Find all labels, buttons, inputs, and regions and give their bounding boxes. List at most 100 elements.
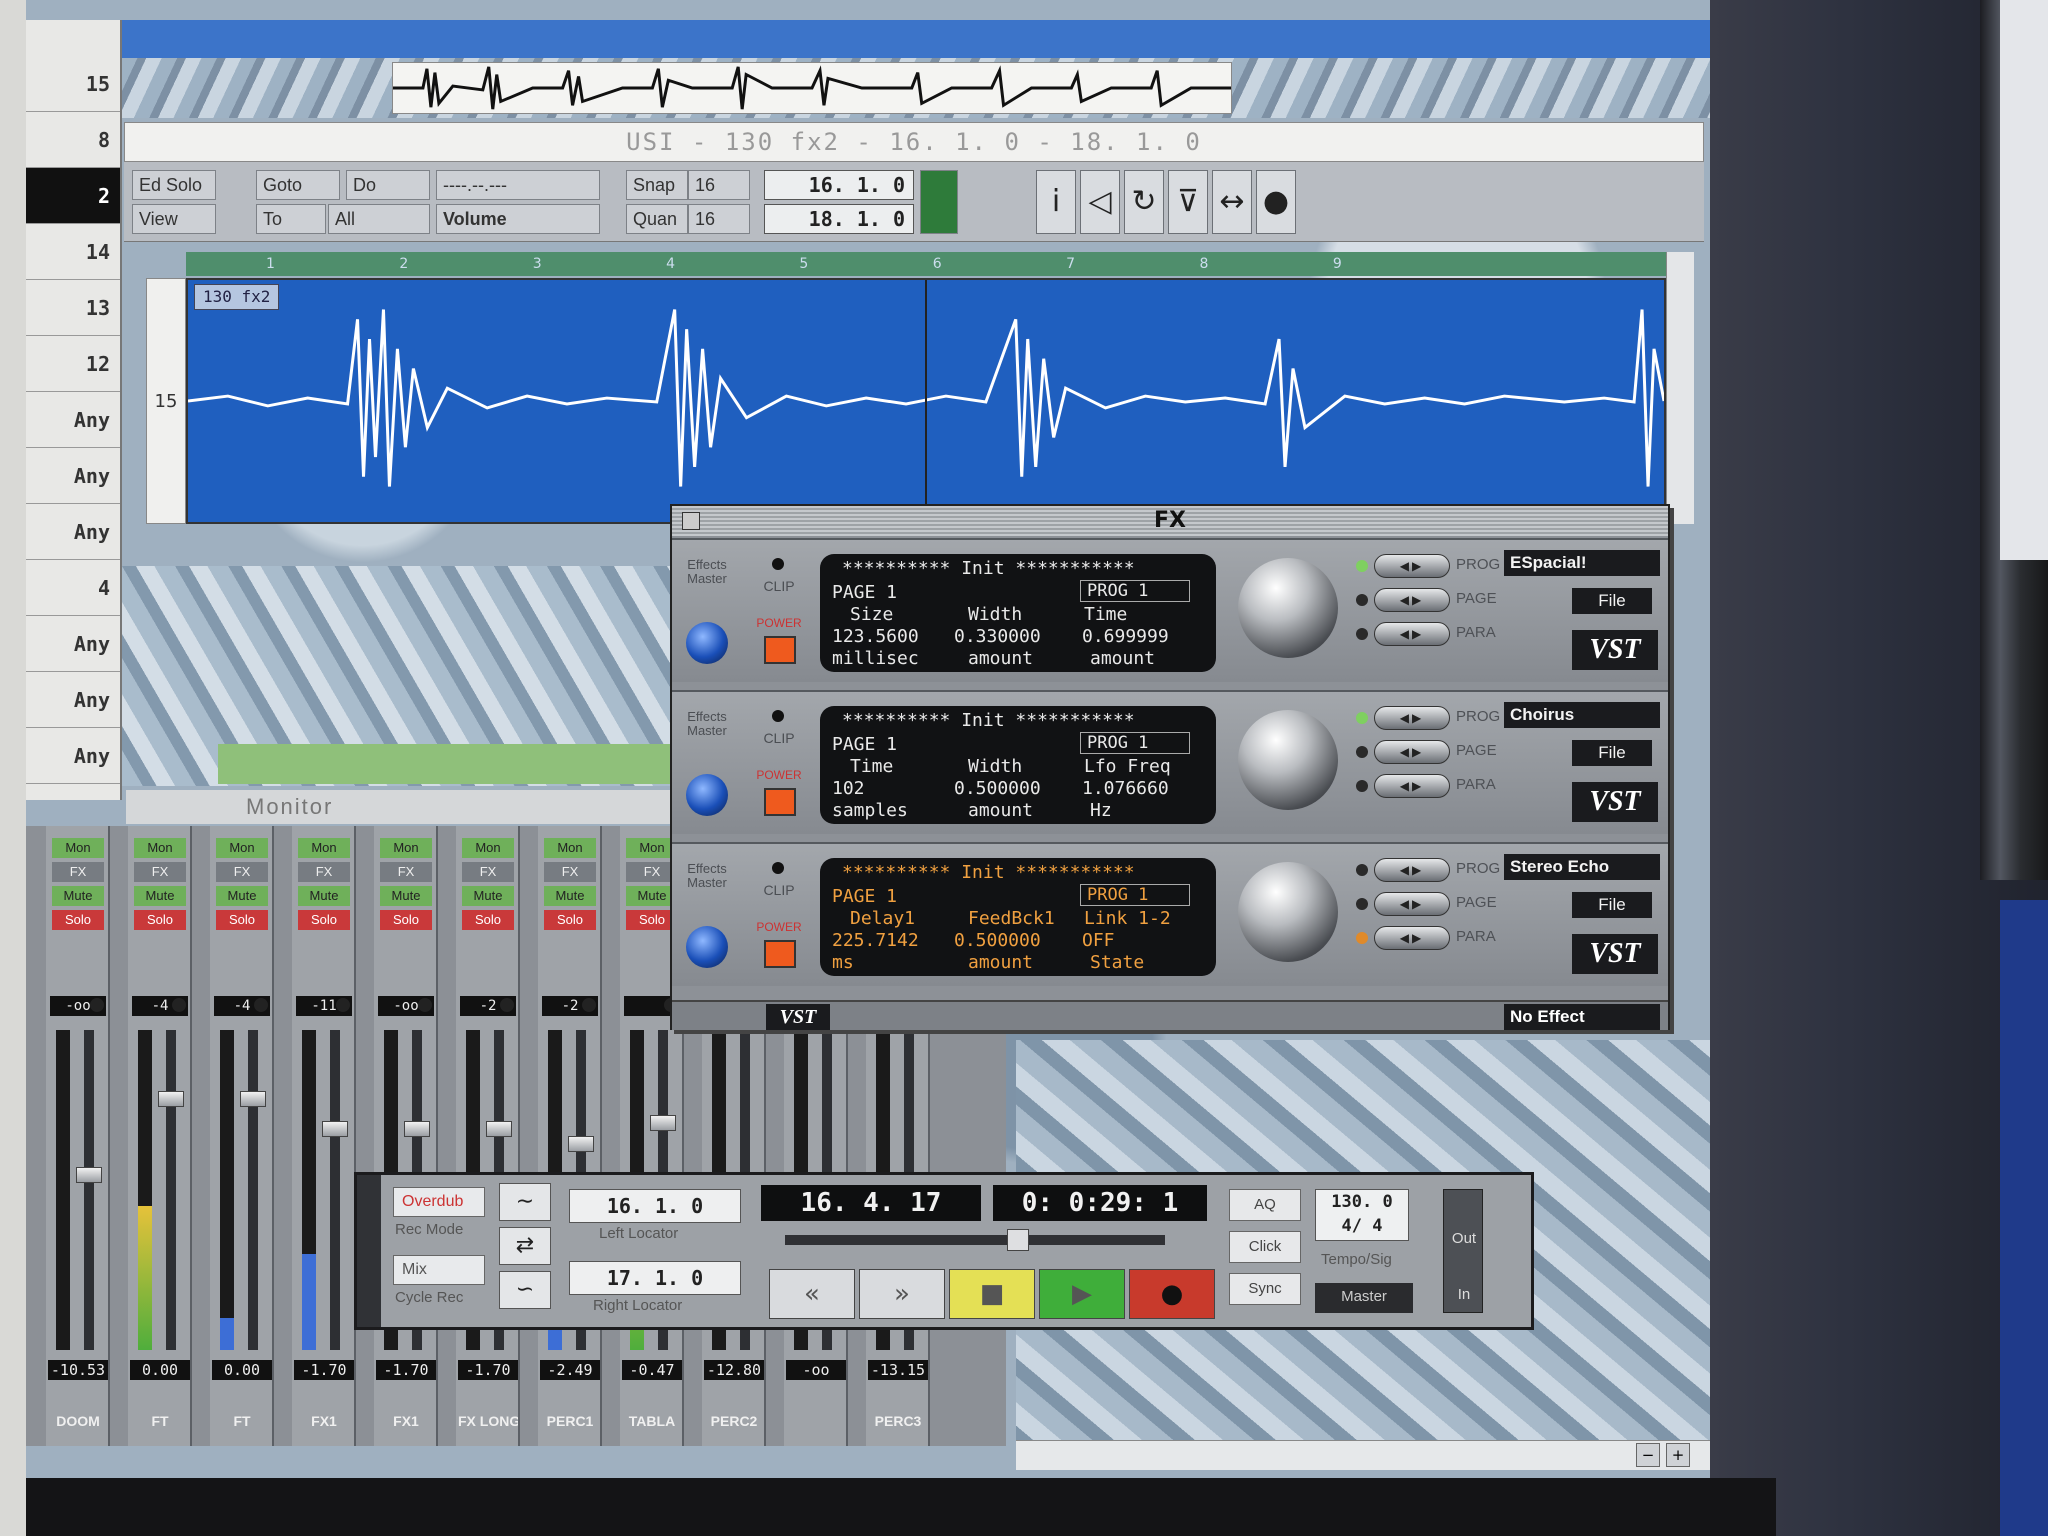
fader-handle[interactable] bbox=[650, 1115, 676, 1131]
fader-handle[interactable] bbox=[322, 1121, 348, 1137]
info-icon[interactable]: i bbox=[1036, 170, 1076, 234]
fx-button[interactable]: FX bbox=[134, 862, 186, 882]
fx-title-bar[interactable]: FX bbox=[672, 506, 1668, 536]
data-knob[interactable] bbox=[1238, 862, 1338, 962]
fx-button[interactable]: FX bbox=[544, 862, 596, 882]
fader-handle[interactable] bbox=[158, 1091, 184, 1107]
pan-knob[interactable] bbox=[418, 998, 432, 1012]
track-lane[interactable] bbox=[122, 58, 1710, 118]
solo-button[interactable]: Solo bbox=[544, 910, 596, 930]
file-button[interactable]: File bbox=[1572, 588, 1652, 614]
track-number[interactable]: Any bbox=[26, 392, 120, 448]
vst-edit-button[interactable]: VST bbox=[1572, 630, 1658, 670]
solo-button[interactable]: Solo bbox=[462, 910, 514, 930]
param-value[interactable]: 1.076660 bbox=[1082, 778, 1169, 799]
fader-track[interactable] bbox=[248, 1030, 258, 1350]
link-toggle[interactable] bbox=[920, 170, 958, 234]
to-menu[interactable]: To bbox=[256, 204, 326, 234]
page-selector[interactable]: ◀▶ PAGE bbox=[1356, 892, 1497, 916]
prog-selector[interactable]: ◀▶ PROG bbox=[1356, 858, 1500, 882]
track-number[interactable]: Any bbox=[26, 504, 120, 560]
do-menu[interactable]: Do bbox=[346, 170, 430, 200]
track-number[interactable]: 15 bbox=[26, 56, 120, 112]
song-position-slider[interactable] bbox=[785, 1229, 1165, 1251]
waveform-display[interactable]: 130 fx2 bbox=[186, 278, 1666, 524]
fader-track[interactable] bbox=[84, 1030, 94, 1350]
quan-select[interactable]: 16 bbox=[688, 204, 750, 234]
arrange-ruler-bar[interactable] bbox=[122, 20, 1710, 58]
event-name-tag[interactable]: 130 fx2 bbox=[194, 284, 280, 310]
param-value[interactable]: 0.500000 bbox=[954, 930, 1041, 951]
fx-button[interactable]: FX bbox=[298, 862, 350, 882]
effects-master-knob[interactable] bbox=[686, 774, 728, 816]
track-number[interactable]: Any bbox=[26, 672, 120, 728]
power-button[interactable] bbox=[764, 940, 796, 968]
rewind-icon[interactable]: « bbox=[769, 1269, 855, 1319]
start-position-field[interactable]: 16. 1. 0 bbox=[764, 170, 914, 200]
tempo-signature-field[interactable]: 130. 0 4/ 4 bbox=[1315, 1189, 1409, 1241]
fader-handle[interactable] bbox=[568, 1136, 594, 1152]
fader-handle[interactable] bbox=[486, 1121, 512, 1137]
transport-handle[interactable] bbox=[357, 1175, 381, 1327]
play-icon[interactable]: ▶ bbox=[1039, 1269, 1125, 1319]
fader-track[interactable] bbox=[166, 1030, 176, 1350]
audio-event[interactable] bbox=[392, 62, 1232, 114]
channel-name[interactable]: PERC3 bbox=[868, 1410, 928, 1432]
param-value[interactable]: 0.330000 bbox=[954, 626, 1041, 647]
plugin-name-select[interactable]: Choirus bbox=[1504, 702, 1660, 728]
color-palette-icon[interactable]: ● bbox=[1256, 170, 1296, 234]
monitor-button[interactable]: Mon bbox=[380, 838, 432, 858]
monitor-button[interactable]: Mon bbox=[544, 838, 596, 858]
channel-name[interactable]: PERC1 bbox=[540, 1410, 600, 1432]
vst-edit-button[interactable]: VST bbox=[1572, 782, 1658, 822]
param-value[interactable]: 102 bbox=[832, 778, 865, 799]
vst-edit-button[interactable]: VST bbox=[1572, 934, 1658, 974]
snap-select[interactable]: 16 bbox=[688, 170, 750, 200]
track-number[interactable]: Any bbox=[26, 616, 120, 672]
power-button[interactable] bbox=[764, 636, 796, 664]
channel-name[interactable]: FT bbox=[212, 1410, 272, 1432]
mute-button[interactable]: Mute bbox=[52, 886, 104, 906]
para-stepper[interactable]: ◀▶ bbox=[1374, 926, 1450, 950]
para-selector[interactable]: ◀▶ PARA bbox=[1356, 774, 1496, 798]
loop-tool-icon[interactable]: ↻ bbox=[1124, 170, 1164, 234]
bar-position-display[interactable]: 16. 4. 17 bbox=[761, 1185, 981, 1221]
monitor-button[interactable]: Mon bbox=[134, 838, 186, 858]
track-number[interactable]: Any bbox=[26, 728, 120, 784]
cycle-icon[interactable]: ⇄ bbox=[499, 1227, 551, 1265]
end-position-field[interactable]: 18. 1. 0 bbox=[764, 204, 914, 234]
track-number-selected[interactable]: 2 bbox=[26, 168, 120, 224]
monitor-button[interactable]: Mon bbox=[462, 838, 514, 858]
plugin-name-select[interactable]: ESpacial! bbox=[1504, 550, 1660, 576]
channel-name[interactable]: TABLA bbox=[622, 1410, 682, 1432]
plugin-name-select[interactable]: Stereo Echo bbox=[1504, 854, 1660, 880]
effect-slot-empty[interactable]: No Effect bbox=[1504, 1004, 1660, 1030]
prog-selector[interactable]: ◀▶ PROG bbox=[1356, 554, 1500, 578]
fader-handle[interactable] bbox=[76, 1167, 102, 1183]
pan-knob[interactable] bbox=[500, 998, 514, 1012]
stop-icon[interactable]: ■ bbox=[949, 1269, 1035, 1319]
resize-icon[interactable]: ↔ bbox=[1212, 170, 1252, 234]
auto-quantize-button[interactable]: AQ bbox=[1229, 1189, 1301, 1221]
page-selector[interactable]: ◀▶ PAGE bbox=[1356, 588, 1497, 612]
pan-knob[interactable] bbox=[336, 998, 350, 1012]
fx-button[interactable]: FX bbox=[216, 862, 268, 882]
rec-mode-button[interactable]: Overdub bbox=[393, 1187, 485, 1217]
data-knob[interactable] bbox=[1238, 710, 1338, 810]
channel-name[interactable]: FX LONG bbox=[458, 1410, 518, 1432]
mute-button[interactable]: Mute bbox=[134, 886, 186, 906]
para-selector[interactable]: ◀▶ PARA bbox=[1356, 926, 1496, 950]
click-button[interactable]: Click bbox=[1229, 1231, 1301, 1263]
right-locator-field[interactable]: 17. 1. 0 bbox=[569, 1261, 741, 1295]
all-select[interactable]: All bbox=[328, 204, 430, 234]
page-stepper[interactable]: ◀▶ bbox=[1374, 740, 1450, 764]
channel-name[interactable]: PERC2 bbox=[704, 1410, 764, 1432]
mute-button[interactable]: Mute bbox=[380, 886, 432, 906]
track-number[interactable]: Any bbox=[26, 448, 120, 504]
pan-knob[interactable] bbox=[254, 998, 268, 1012]
zoom-in-icon[interactable]: + bbox=[1666, 1443, 1690, 1467]
page-selector[interactable]: ◀▶ PAGE bbox=[1356, 740, 1497, 764]
param-value[interactable]: 123.5600 bbox=[832, 626, 919, 647]
pan-knob[interactable] bbox=[172, 998, 186, 1012]
pan-knob[interactable] bbox=[582, 998, 596, 1012]
